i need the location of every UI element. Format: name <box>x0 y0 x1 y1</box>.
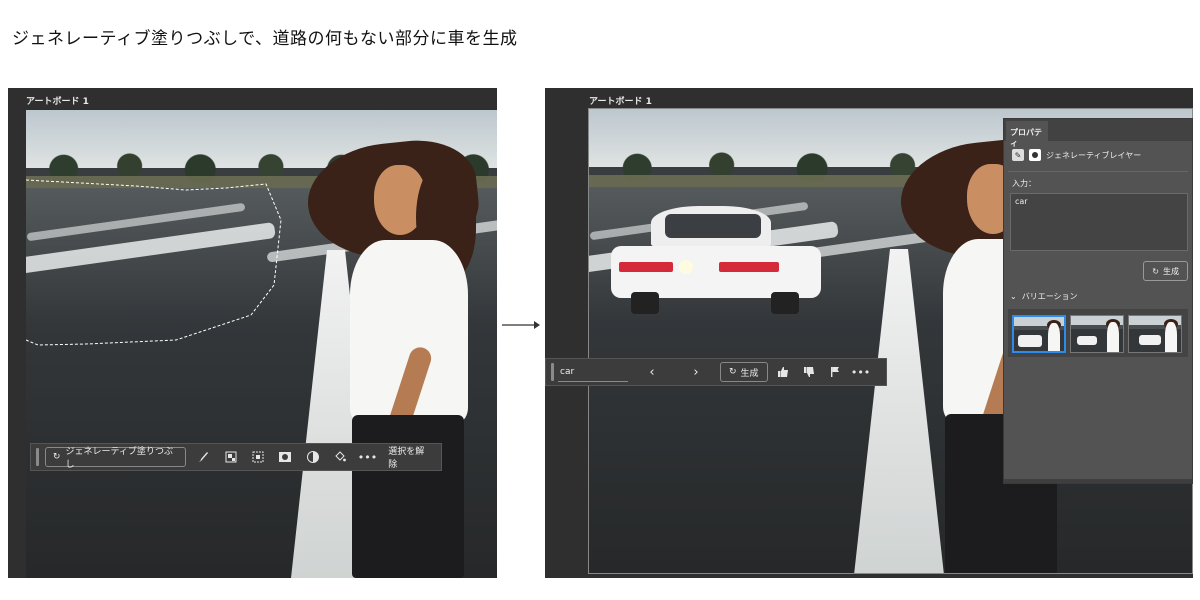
generative-fill-button[interactable]: ↻ ジェネレーティブ塗りつぶし <box>44 447 187 470</box>
prompt-input[interactable] <box>558 362 628 382</box>
adjustment-icon[interactable] <box>302 446 323 468</box>
generate-button[interactable]: ↻ 生成 <box>1143 261 1188 281</box>
prompt-textarea[interactable]: car <box>1010 193 1188 251</box>
generate-icon: ↻ <box>729 367 737 377</box>
variations-header[interactable]: ⌄ バリエーション <box>1010 291 1078 302</box>
flag-icon[interactable] <box>824 361 846 383</box>
variation-thumbnail[interactable] <box>1128 315 1182 353</box>
page-heading: ジェネレーティブ塗りつぶしで、道路の何もない部分に車を生成 <box>12 29 518 49</box>
artboard-label: アートボード 1 <box>26 97 89 107</box>
variations-label: バリエーション <box>1021 292 1078 301</box>
generated-car <box>611 206 821 316</box>
fill-bucket-icon[interactable] <box>329 446 350 468</box>
drag-handle[interactable] <box>551 363 554 381</box>
brush-icon[interactable] <box>192 446 213 468</box>
layer-row: ✎ ジェネレーティブレイヤー <box>1004 145 1192 165</box>
generate-icon: ↻ <box>52 452 61 462</box>
input-label: 入力： <box>1012 179 1036 188</box>
variations-list <box>1008 309 1188 357</box>
generate-label: 生成 <box>1163 266 1179 276</box>
left-canvas-panel: アートボード 1 ↻ ジェネレーティブ塗りつぶし ••• 選択を解除 <box>8 88 497 578</box>
thumbs-up-icon[interactable] <box>772 361 794 383</box>
selection-marquee <box>26 179 282 346</box>
properties-panel: プロパティ ✎ ジェネレーティブレイヤー 入力： car ↻ 生成 ⌄ バリエー… <box>1003 118 1193 484</box>
generate-label: 生成 <box>740 368 759 379</box>
layer-mask-icon <box>1029 149 1041 161</box>
contextual-task-bar: ↻ ジェネレーティブ塗りつぶし ••• 選択を解除 <box>30 443 442 471</box>
variation-thumbnail[interactable] <box>1070 315 1124 353</box>
chevron-down-icon: ⌄ <box>1010 292 1017 301</box>
photo <box>26 110 497 578</box>
generate-button[interactable]: ↻ 生成 <box>720 362 768 382</box>
thumbs-down-icon[interactable] <box>798 361 820 383</box>
tab-properties[interactable]: プロパティ <box>1006 121 1048 148</box>
right-canvas-panel: アートボード 1 ‹ <box>545 88 1193 578</box>
generative-layer-icon: ✎ <box>1012 149 1024 161</box>
more-options-icon[interactable]: ••• <box>357 446 378 468</box>
generate-icon: ↻ <box>1152 266 1159 276</box>
transform-selection-icon[interactable] <box>247 446 268 468</box>
deselect-button[interactable]: 選択を解除 <box>384 444 436 470</box>
more-options-icon[interactable]: ••• <box>850 361 872 383</box>
next-variation-button[interactable]: › <box>676 365 716 380</box>
arrow-icon <box>502 321 540 329</box>
generative-prompt-bar: ‹ › ↻ 生成 ••• <box>545 358 887 386</box>
variation-thumbnail[interactable] <box>1012 315 1066 353</box>
generative-fill-label: ジェネレーティブ塗りつぶし <box>65 447 174 470</box>
drag-handle[interactable] <box>36 448 39 466</box>
previous-variation-button[interactable]: ‹ <box>632 365 672 380</box>
invert-selection-icon[interactable] <box>220 446 241 468</box>
artboard-label: アートボード 1 <box>589 97 652 107</box>
mask-icon[interactable] <box>275 446 296 468</box>
layer-type-label: ジェネレーティブレイヤー <box>1046 150 1142 160</box>
